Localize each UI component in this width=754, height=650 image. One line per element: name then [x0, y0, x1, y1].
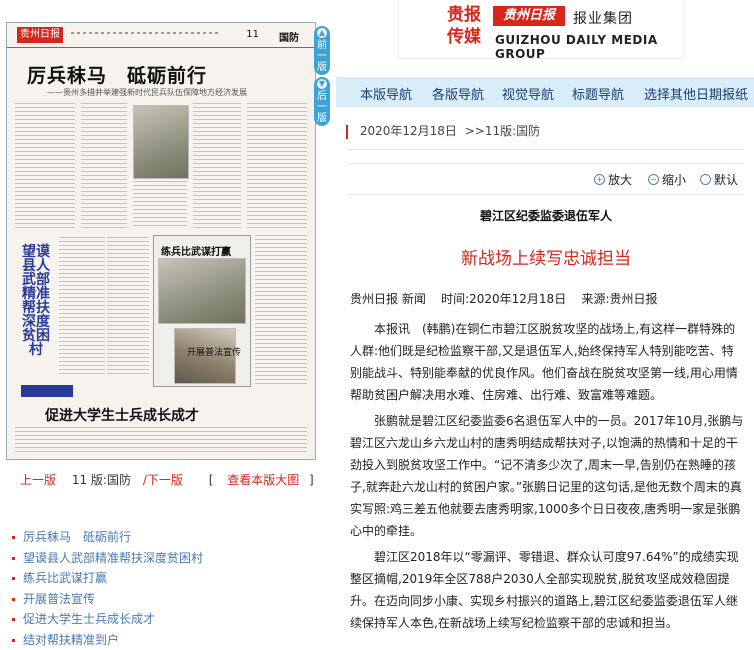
- prev-page-button[interactable]: ▲ 前一版: [314, 26, 330, 75]
- zoom-controls: +放大 −缩小 默认: [348, 163, 744, 195]
- zoom-out-button[interactable]: −缩小: [648, 171, 686, 188]
- next-issue-page-link[interactable]: /下一版: [143, 473, 183, 487]
- paper-logo: 贵州日报: [17, 27, 63, 43]
- paper-page-number: 11: [246, 29, 259, 40]
- zoom-in-button[interactable]: +放大: [594, 171, 632, 188]
- bullet-icon: [12, 577, 15, 580]
- paper-subhead: ——贵州多措并举建强新时代民兵队伍保障地方经济发展: [47, 87, 247, 98]
- page-nav-row: 上一版 11 版:国防 /下一版 [ 查看本版大图 ]: [0, 465, 336, 515]
- circle-icon: [700, 174, 711, 185]
- next-page-button[interactable]: ▼ 后一版: [314, 77, 330, 126]
- paper-column-text: [15, 427, 307, 453]
- current-page-label: 11 版:国防: [72, 473, 131, 487]
- bullet-icon: [12, 618, 15, 621]
- paper-column-text: [59, 237, 105, 375]
- list-item[interactable]: 厉兵秣马 砥砺前行: [12, 527, 336, 548]
- paper-photo: [133, 105, 189, 179]
- bracket-open: [: [209, 473, 214, 487]
- nav-this-page[interactable]: 本版导航: [360, 84, 412, 103]
- paper-headline: 厉兵秣马 砥砺前行: [27, 61, 207, 88]
- paper-column-text: [133, 181, 187, 229]
- bullet-icon: [12, 598, 15, 601]
- paper-column-text: [255, 235, 307, 385]
- breadcrumb: 2020年12月18日 >>11版:国防: [346, 122, 540, 139]
- nav-visual[interactable]: 视觉导航: [502, 84, 554, 103]
- bullet-icon: [12, 536, 15, 539]
- chevron-up-icon: ▲: [317, 28, 327, 38]
- nav-titles[interactable]: 标题导航: [572, 84, 624, 103]
- paper-bottom-tag: [21, 385, 73, 397]
- brand-seal: 贵州日报: [493, 6, 565, 26]
- paper-column-text: [81, 103, 127, 229]
- paper-section: 国防: [279, 29, 299, 44]
- article-list: 厉兵秣马 砥砺前行 望谟县人武部精准帮扶深度贫困村 练兵比武谋打赢 开展普法宣传…: [0, 519, 336, 649]
- article-paragraph: 本报讯 (韩鹏)在铜仁市碧江区脱贫攻坚的战场上,有这样一群特殊的人群:他们既是纪…: [350, 318, 744, 406]
- chevron-down-icon: ▼: [317, 79, 327, 89]
- list-item[interactable]: 开展普法宣传: [12, 589, 336, 610]
- prev-issue-page-link[interactable]: 上一版: [20, 473, 56, 487]
- paper-vertical-headline: 望谟县人武部精准帮扶深度贫困村: [19, 245, 53, 367]
- article-paragraph: 张鹏就是碧江区纪委监委6名退伍军人中的一员。2017年10月,张鹏与碧江区六龙山…: [350, 410, 744, 542]
- article-meta: 贵州日报 新闻 时间:2020年12月18日 来源:贵州日报: [350, 290, 658, 307]
- paper-caption: 练兵比武谋打赢: [161, 243, 231, 258]
- paper-caption: 开展普法宣传: [187, 345, 241, 358]
- nav-other-dates[interactable]: 选择其他日期报纸: [644, 84, 748, 103]
- prev-page-label: 前一版: [317, 40, 327, 73]
- list-item[interactable]: 结对帮扶精准到户: [12, 630, 336, 650]
- paper-column-text: [15, 103, 75, 229]
- list-item[interactable]: 望谟县人武部精准帮扶深度贫困村: [12, 548, 336, 569]
- nav-all-pages[interactable]: 各版导航: [432, 84, 484, 103]
- next-page-label: 后一版: [317, 91, 327, 124]
- paper-column-text: [247, 103, 307, 229]
- paper-column-text: [107, 237, 149, 375]
- newspaper-page-thumbnail[interactable]: 贵州日报 11 国防 厉兵秣马 砥砺前行 ——贵州多措并举建强新时代民兵队伍保障…: [6, 22, 316, 460]
- breadcrumb-date: 2020年12月18日: [360, 124, 457, 138]
- list-item[interactable]: 练兵比武谋打赢: [12, 568, 336, 589]
- minus-icon: −: [648, 174, 659, 185]
- breadcrumb-section-link[interactable]: >>11版:国防: [465, 124, 540, 138]
- article-title: 新战场上续写忠诚担当: [348, 244, 744, 269]
- paper-photo: [158, 258, 246, 324]
- paper-dots: [71, 32, 221, 34]
- side-page-nav: ▲ 前一版 ▼ 后一版: [314, 26, 330, 128]
- brand-logo: 贵报传媒: [443, 4, 485, 52]
- article-paragraph: 碧江区2018年以“零漏评、零错退、群众认可度97.64%”的成绩实现整区摘帽,…: [350, 546, 744, 634]
- view-big-image-link[interactable]: 查看本版大图: [227, 473, 299, 487]
- paper-bottom-title: 促进大学生士兵成长成才: [45, 405, 199, 425]
- article-overtitle: 碧江区纪委监委退伍军人: [348, 207, 744, 224]
- list-item[interactable]: 促进大学生士兵成长成才: [12, 609, 336, 630]
- breadcrumb-marker: [346, 125, 348, 139]
- brand-english-name: GUIZHOU DAILY MEDIA GROUP: [495, 33, 683, 61]
- zoom-default-button[interactable]: 默认: [700, 171, 738, 188]
- plus-icon: +: [594, 174, 605, 185]
- brand-header: 贵报传媒 贵州日报 报业集团 GUIZHOU DAILY MEDIA GROUP: [398, 0, 684, 59]
- top-navigation: 本版导航 各版导航 视觉导航 标题导航 选择其他日期报纸: [336, 77, 754, 107]
- brand-group-name: 报业集团: [573, 8, 633, 28]
- paper-masthead: 贵州日报 11 国防: [7, 23, 315, 48]
- bracket-close: ]: [309, 473, 314, 487]
- paper-column-text: [193, 103, 241, 229]
- bullet-icon: [12, 557, 15, 560]
- divider: [348, 149, 744, 150]
- article-body: 本报讯 (韩鹏)在铜仁市碧江区脱贫攻坚的战场上,有这样一群特殊的人群:他们既是纪…: [350, 318, 744, 638]
- bullet-icon: [12, 639, 15, 642]
